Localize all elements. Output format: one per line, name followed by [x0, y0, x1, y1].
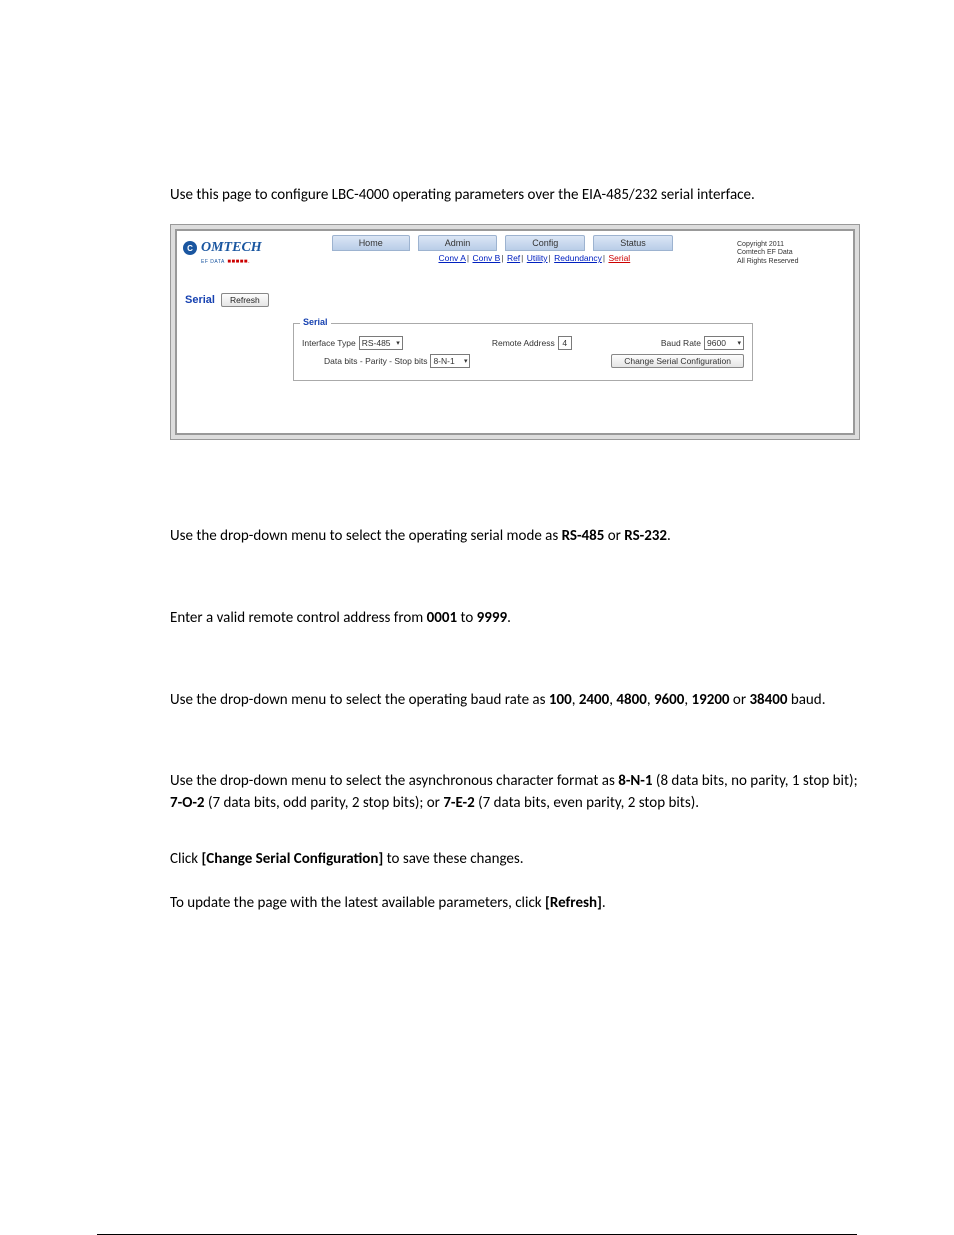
- text: baud.: [787, 691, 825, 709]
- globe-icon: C: [183, 241, 197, 255]
- text-bold: 9999: [477, 609, 507, 627]
- chevron-down-icon: ▾: [396, 339, 400, 347]
- screenshot-container: C OMTECH EF DATA ■■■■■. Home Admin Confi…: [170, 224, 860, 440]
- text: or: [604, 527, 624, 545]
- baud-rate-value: 9600: [707, 338, 726, 348]
- interface-type-label: Interface Type: [302, 338, 356, 348]
- text: (7 data bits, odd parity, 2 stop bits); …: [205, 794, 444, 812]
- text: To update the page with the latest avail…: [170, 894, 545, 912]
- text: Use the drop-down menu to select the ope…: [170, 691, 549, 709]
- text: .: [667, 527, 671, 545]
- chevron-down-icon: ▾: [738, 339, 742, 347]
- click-change-para: Click [Change Serial Configuration] to s…: [170, 849, 866, 871]
- nav-status[interactable]: Status: [593, 235, 673, 251]
- click-refresh-para: To update the page with the latest avail…: [170, 893, 866, 915]
- text: Enter a valid remote control address fro…: [170, 609, 427, 627]
- logo-subtext: EF DATA: [201, 259, 225, 265]
- brand-logo: C OMTECH EF DATA ■■■■■.: [183, 235, 262, 265]
- text: Use the drop-down menu to select the ope…: [170, 527, 562, 545]
- text-bold: 7-E-2: [443, 794, 474, 812]
- main-nav: Home Admin Config Status Conv A| Conv B|…: [332, 235, 737, 267]
- baud-rate-para: Use the drop-down menu to select the ope…: [170, 690, 866, 712]
- text: .: [602, 894, 606, 912]
- text: Use the drop-down menu to select the asy…: [170, 772, 618, 790]
- text-bold: 0001: [427, 609, 457, 627]
- text-bold: 7-O-2: [170, 794, 205, 812]
- interface-type-value: RS-485: [362, 338, 391, 348]
- interface-type-select[interactable]: RS-485 ▾: [359, 336, 403, 350]
- text-bold: 4800: [616, 691, 646, 709]
- intro-text: Use this page to configure LBC-4000 oper…: [170, 185, 866, 206]
- text: Click: [170, 850, 201, 868]
- text: or: [730, 691, 750, 709]
- subnav-ref[interactable]: Ref: [507, 253, 520, 263]
- text-bold: 100: [549, 691, 572, 709]
- copyright-text: Copyright 2011 Comtech EF Data All Right…: [737, 235, 847, 266]
- app-body: Serial Refresh Serial Interface Type RS-…: [177, 267, 853, 433]
- app-screenshot: C OMTECH EF DATA ■■■■■. Home Admin Confi…: [175, 229, 855, 435]
- panel-row-1: Interface Type RS-485 ▾ Remote Address 4: [302, 336, 744, 350]
- interface-type-para: Use the drop-down menu to select the ope…: [170, 526, 866, 548]
- text-bold: RS-232: [624, 527, 667, 545]
- change-serial-config-button[interactable]: Change Serial Configuration: [611, 354, 744, 368]
- logo-tail: ■■■■■.: [227, 259, 250, 265]
- subnav-serial[interactable]: Serial: [608, 253, 630, 263]
- text-bold: 8-N-1: [618, 772, 652, 790]
- text: (7 data bits, even parity, 2 stop bits).: [475, 794, 699, 812]
- bits-select[interactable]: 8-N-1 ▾: [430, 354, 470, 368]
- remote-address-input[interactable]: 4: [558, 336, 572, 350]
- text-bold: [Refresh]: [545, 894, 602, 912]
- text-bold: 2400: [579, 691, 609, 709]
- text-bold: 19200: [692, 691, 730, 709]
- baud-rate-select[interactable]: 9600 ▾: [704, 336, 744, 350]
- section-title-row: Serial Refresh: [185, 293, 847, 307]
- serial-panel: Serial Interface Type RS-485 ▾: [293, 323, 753, 381]
- refresh-button[interactable]: Refresh: [221, 293, 269, 307]
- text: .: [507, 609, 511, 627]
- text: (8 data bits, no parity, 1 stop bit);: [653, 772, 858, 790]
- bits-label: Data bits - Parity - Stop bits: [324, 356, 427, 366]
- copyright-line1: Copyright 2011: [737, 241, 784, 248]
- nav-admin[interactable]: Admin: [418, 235, 498, 251]
- text: to: [457, 609, 477, 627]
- subnav-utility[interactable]: Utility: [527, 253, 548, 263]
- text: to save these changes.: [383, 850, 523, 868]
- sub-nav: Conv A| Conv B| Ref| Utility| Redundancy…: [332, 251, 737, 267]
- bits-value: 8-N-1: [433, 356, 454, 366]
- remote-address-label: Remote Address: [492, 338, 555, 348]
- app-header: C OMTECH EF DATA ■■■■■. Home Admin Confi…: [177, 231, 853, 267]
- text-bold: 38400: [749, 691, 787, 709]
- subnav-conv-a[interactable]: Conv A: [438, 253, 465, 263]
- remote-address-para: Enter a valid remote control address fro…: [170, 608, 866, 630]
- text: ,: [572, 691, 579, 709]
- section-title: Serial: [185, 294, 215, 306]
- panel-row-2: Data bits - Parity - Stop bits 8-N-1 ▾ C…: [302, 354, 744, 368]
- bits-para: Use the drop-down menu to select the asy…: [170, 771, 866, 815]
- serial-panel-title: Serial: [300, 317, 331, 327]
- subnav-redundancy[interactable]: Redundancy: [554, 253, 602, 263]
- serial-panel-wrap: Serial Interface Type RS-485 ▾: [293, 323, 753, 381]
- subnav-conv-b[interactable]: Conv B: [472, 253, 500, 263]
- text: ,: [647, 691, 654, 709]
- nav-home[interactable]: Home: [332, 235, 410, 251]
- copyright-line3: All Rights Reserved: [737, 258, 798, 265]
- baud-rate-label: Baud Rate: [661, 338, 701, 348]
- nav-config[interactable]: Config: [505, 235, 585, 251]
- text-bold: 9600: [654, 691, 684, 709]
- chevron-down-icon: ▾: [464, 357, 468, 365]
- copyright-line2: Comtech EF Data: [737, 249, 793, 256]
- text-bold: [Change Serial Configuration]: [201, 850, 383, 868]
- logo-text: OMTECH: [201, 240, 262, 255]
- text-bold: RS-485: [562, 527, 605, 545]
- text: ,: [684, 691, 691, 709]
